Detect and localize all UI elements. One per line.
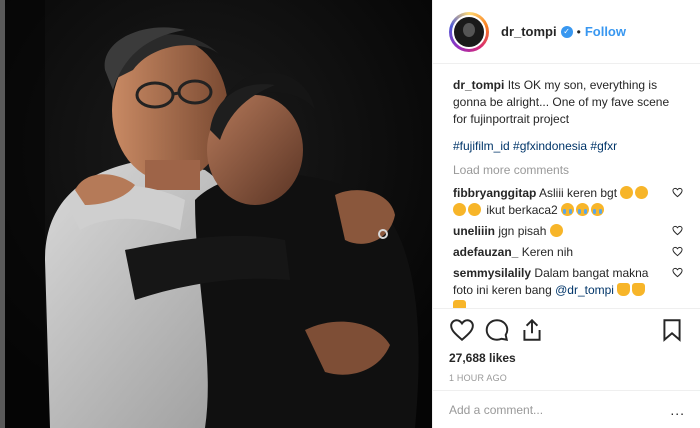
caption-username[interactable]: dr_tompi — [453, 78, 504, 92]
likes-count[interactable]: 27,688 likes — [449, 351, 685, 365]
praying-hands-emoji-icon — [632, 283, 646, 296]
post-photo[interactable] — [5, 0, 432, 428]
crying-face-emoji-icon — [561, 203, 575, 216]
instagram-post-window: dr_tompi ✓ • Follow dr_tompi Its OK my s… — [0, 0, 700, 428]
comment-item: uneliiin jgn pisah — [453, 223, 685, 240]
author-username[interactable]: dr_tompi — [501, 24, 557, 39]
comment-username[interactable]: uneliiin — [453, 224, 495, 238]
comment-text: jgn pisah — [498, 224, 547, 238]
avatar-image — [452, 14, 486, 49]
post-sidebar: dr_tompi ✓ • Follow dr_tompi Its OK my s… — [432, 0, 700, 428]
post-timestamp[interactable]: 1 HOUR AGO — [449, 373, 685, 383]
verified-badge-icon: ✓ — [560, 25, 573, 38]
comment-item: adefauzan_ Keren nih — [453, 244, 685, 261]
comment-text: Asliii keren bgt — [539, 186, 618, 200]
comment-text-2: ikut berkaca2 — [486, 203, 558, 217]
worried-face-emoji-icon — [549, 224, 563, 237]
share-icon[interactable] — [519, 317, 545, 343]
comment-username[interactable]: adefauzan_ — [453, 245, 518, 259]
action-icon-row — [449, 315, 685, 345]
comments-section: dr_tompi Its OK my son, everything is go… — [433, 65, 700, 308]
tired-face-emoji-icon — [468, 203, 481, 216]
bookmark-icon[interactable] — [659, 317, 685, 343]
comment-text: Keren nih — [521, 245, 574, 259]
tired-face-emoji-icon — [635, 186, 649, 199]
avatar[interactable] — [449, 11, 489, 52]
comment-item: semmysilalily Dalam bangat makna foto in… — [453, 265, 685, 308]
add-comment-bar: ... — [433, 390, 700, 428]
tired-face-emoji-icon — [453, 203, 466, 216]
comment-mention[interactable]: @dr_tompi — [555, 283, 614, 297]
comment-heart-icon[interactable] — [672, 246, 683, 257]
thumbs-up-emoji-icon — [617, 283, 631, 296]
post-header: dr_tompi ✓ • Follow — [433, 0, 700, 64]
comment-heart-icon[interactable] — [672, 225, 683, 236]
follow-button[interactable]: Follow — [585, 24, 626, 39]
comment-icon[interactable] — [484, 317, 510, 343]
photo-image — [5, 0, 432, 428]
comment-heart-icon[interactable] — [672, 187, 683, 198]
tired-face-emoji-icon — [620, 186, 634, 199]
crying-face-emoji-icon — [591, 203, 605, 216]
comment-username[interactable]: semmysilalily — [453, 266, 531, 280]
post-actions: 27,688 likes 1 HOUR AGO — [433, 308, 700, 383]
crying-face-emoji-icon — [576, 203, 590, 216]
hashtags[interactable]: #fujifilm_id #gfxindonesia #gfxr — [453, 138, 685, 155]
comment-item: fibbryanggitap Asliii keren bgt ikut ber… — [453, 185, 685, 219]
comment-username[interactable]: fibbryanggitap — [453, 186, 536, 200]
more-options-button[interactable]: ... — [670, 402, 685, 418]
separator-dot: • — [576, 24, 581, 39]
comment-heart-icon[interactable] — [672, 267, 683, 278]
add-comment-input[interactable] — [449, 402, 671, 417]
heart-icon[interactable] — [449, 317, 475, 343]
load-more-comments-button[interactable]: Load more comments — [453, 162, 685, 179]
post-caption: dr_tompi Its OK my son, everything is go… — [453, 77, 685, 128]
hand-emoji-icon — [453, 300, 466, 308]
